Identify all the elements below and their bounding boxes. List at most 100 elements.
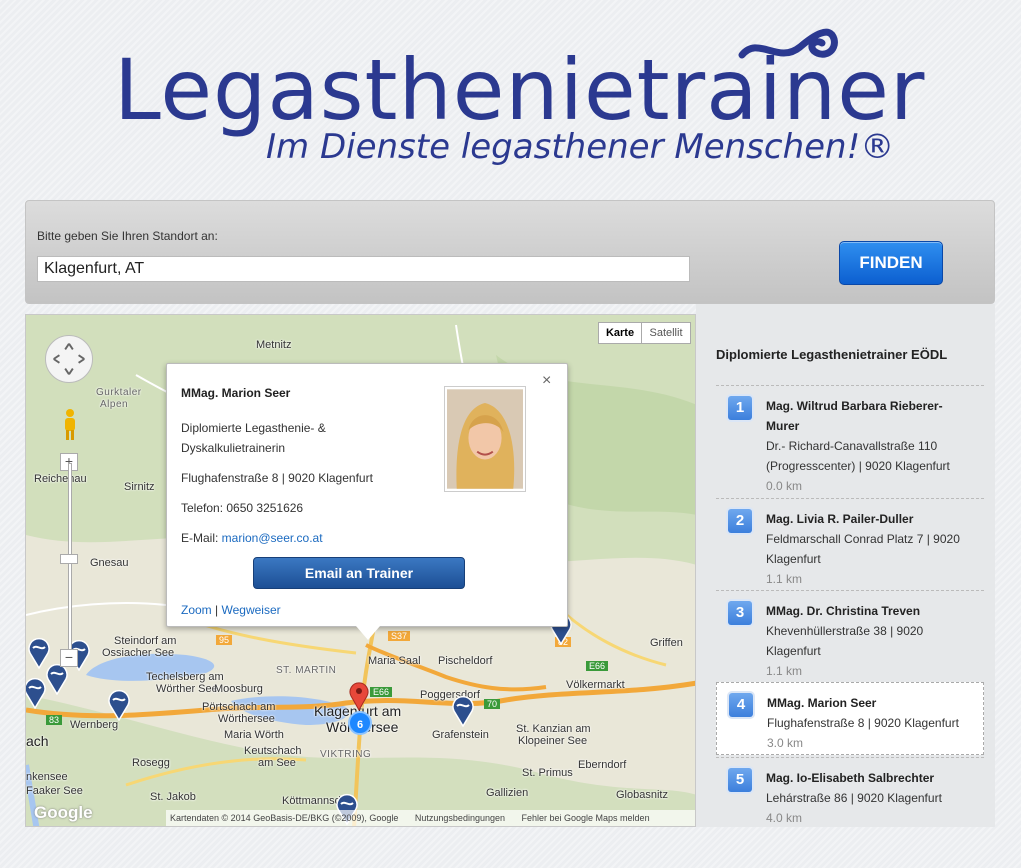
map-view[interactable]: Metnitz Gurktaler Alpen Reichenau Sirnit… [25,314,696,827]
report-error-link[interactable]: Fehler bei Google Maps melden [522,813,650,823]
trainer-marker[interactable] [25,675,48,709]
location-input[interactable] [37,256,690,282]
map-label: Techelsberg am [146,671,224,683]
zoom-out-button[interactable]: − [60,649,78,667]
map-label: Rosegg [132,757,170,769]
logo-title: Legasthenietrainer [114,41,926,139]
map-type-satellit-button[interactable]: Satellit [641,322,691,344]
map-label: Völkermarkt [566,679,625,691]
trainer-list-item[interactable]: 3 MMag. Dr. Christina Treven Khevenhülle… [716,590,984,682]
location-pin-icon[interactable] [348,681,370,711]
trainer-address: Flughafenstraße 8 | 9020 Klagenfurt [767,716,959,730]
trainer-number-badge: 2 [728,509,752,533]
map-label: St. Jakob [150,791,196,803]
info-email-row: E-Mail: marion@seer.co.at [181,528,323,548]
info-title-line2: Dyskalkulietrainerin [181,441,286,455]
google-logo[interactable]: Google [34,803,93,823]
trainer-address: Dr.- Richard-Canavallstraße 110 [766,439,938,453]
map-label: Metnitz [256,339,292,351]
map-label: ST. MARTIN [276,665,337,676]
info-links: Zoom | Wegweiser [181,600,281,620]
map-label: Ossiacher See [102,647,175,659]
map-label: Eberndorf [578,759,627,771]
street-view-pegman-icon[interactable] [62,407,78,441]
map-label: Pischeldorf [438,655,493,667]
trainer-name[interactable]: Mag. Wiltrud Barbara Rieberer- [766,396,984,416]
email-trainer-button[interactable]: Email an Trainer [253,557,465,589]
zoom-link[interactable]: Zoom [181,603,212,617]
map-label: Keutschach [244,745,302,757]
info-trainer-name: MMag. Marion Seer [181,386,291,400]
pan-control-icon[interactable] [45,335,93,383]
map-label: am See [258,757,296,769]
location-search-panel: Bitte geben Sie Ihren Standort an: FINDE… [25,200,995,304]
trainer-name[interactable]: Mag. Livia R. Pailer-Duller [766,509,984,529]
info-email-label: E-Mail: [181,531,222,545]
map-label: Pörtschach am [202,701,276,713]
trainer-marker[interactable] [450,693,476,727]
trainer-list-item[interactable]: 1 Mag. Wiltrud Barbara Rieberer- Murer D… [716,385,984,498]
road-shield: E66 [586,661,609,671]
road-shield: 95 [216,635,233,645]
trainer-distance: 1.1 km [766,572,803,586]
map-label: Steindorf am [114,635,177,647]
marker-cluster[interactable]: 6 [348,711,372,735]
map-label: Globasnitz [616,789,668,801]
trainer-photo [444,386,526,492]
road-shield: 83 [46,715,63,725]
trainer-name[interactable]: Murer [766,416,984,436]
info-window-pointer [356,626,380,640]
trainer-number-badge: 4 [729,693,753,717]
map-label: Gnesau [90,557,129,569]
trainer-name[interactable]: MMag. Marion Seer [767,693,983,713]
trainer-address: Feldmarschall Conrad Platz 7 | 9020 [766,532,960,546]
map-label: VIKTRING [320,749,372,760]
email-link[interactable]: marion@seer.co.at [222,531,323,545]
map-label: Alpen [100,399,129,410]
map-label: Maria Saal [368,655,421,667]
location-label: Bitte geben Sie Ihren Standort an: [37,229,218,243]
info-title-line1: Diplomierte Legasthenie- & [181,421,326,435]
map-attribution: Kartendaten © 2014 GeoBasis-DE/BKG (©200… [166,810,695,826]
road-shield: E66 [370,687,393,697]
map-label: Wörther See [156,683,218,695]
trainer-list-title: Diplomierte Legasthenietrainer EÖDL [716,347,948,362]
site-logo[interactable]: Legasthenietrainer Im Dienste legasthene… [0,0,1021,190]
find-button[interactable]: FINDEN [839,241,943,285]
map-label: Maria Wörth [224,729,284,741]
trainer-name[interactable]: MMag. Dr. Christina Treven [766,601,984,621]
close-icon[interactable]: × [542,372,551,390]
terms-link[interactable]: Nutzungsbedingungen [415,813,505,823]
trainer-distance: 1.1 km [766,664,803,678]
zoom-slider-handle[interactable] [60,554,78,564]
trainer-address: Klagenfurt [766,552,821,566]
map-label: Grafenstein [432,729,489,741]
trainer-marker[interactable] [106,687,132,721]
trainer-address: Klagenfurt [766,644,821,658]
directions-link[interactable]: Wegweiser [221,603,280,617]
map-label: Wörthersee [218,713,275,725]
map-label: nkensee [26,771,68,783]
trainer-list-item[interactable]: 2 Mag. Livia R. Pailer-Duller Feldmarsch… [716,498,984,590]
map-label: St. Kanzian am [516,723,591,735]
trainer-name[interactable]: Mag. Io-Elisabeth Salbrechter [766,768,984,788]
trainer-list-item-selected[interactable]: 4 MMag. Marion Seer Flughafenstraße 8 | … [716,682,984,755]
map-label: Faaker See [26,785,83,797]
trainer-info-window: × MMag. Marion Seer Diplomierte Legasthe… [166,363,568,627]
map-type-karte-button[interactable]: Karte [598,322,642,344]
map-label: Gurktaler [96,387,142,398]
trainer-distance: 4.0 km [766,811,803,825]
road-shield: S37 [388,631,411,641]
road-shield: 70 [484,699,501,709]
trainer-address: Lehárstraße 86 | 9020 Klagenfurt [766,791,942,805]
map-label: ach [26,733,49,749]
map-label: Klopeiner See [518,735,588,747]
trainer-list-panel: Diplomierte Legasthenietrainer EÖDL 1 Ma… [696,304,995,827]
trainer-number-badge: 3 [728,601,752,625]
map-label: Gallizien [486,787,529,799]
trainer-address: Khevenhüllerstraße 38 | 9020 [766,624,924,638]
map-data-credit: Kartendaten © 2014 GeoBasis-DE/BKG (©200… [170,813,399,823]
map-label: St. Primus [522,767,573,779]
trainer-list-item[interactable]: 5 Mag. Io-Elisabeth Salbrechter Lehárstr… [716,757,984,827]
info-address: Flughafenstraße 8 | 9020 Klagenfurt [181,471,373,485]
